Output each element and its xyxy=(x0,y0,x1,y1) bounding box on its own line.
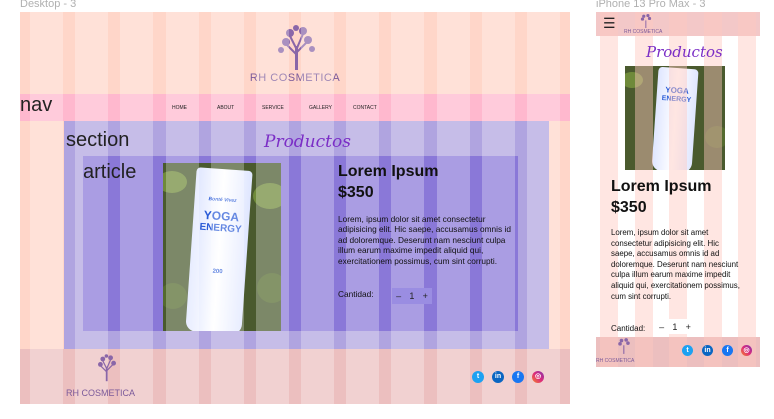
quantity-label: Cantidad: xyxy=(338,289,374,299)
twitter-icon[interactable]: t xyxy=(472,371,484,383)
mobile-header xyxy=(596,12,760,36)
mobile-brand-name: RH COSMETICA xyxy=(624,29,663,35)
nav-bar xyxy=(20,94,570,121)
mobile-logo-tree-icon xyxy=(638,13,654,29)
nav-about-link[interactable]: ABOUT xyxy=(217,105,234,111)
section-region-tag: section xyxy=(66,129,130,151)
nav-contact-link[interactable]: CONTACT xyxy=(353,105,377,111)
logo-tree-icon xyxy=(272,24,322,72)
mobile-footer-brand-name: RH COSMETICA xyxy=(596,358,635,364)
product-description: Lorem, ipsum dolor sit amet consectetur … xyxy=(338,214,511,266)
product-image: Bonté Vivez YOGA ENERGY 200 xyxy=(163,163,281,331)
mobile-product-price: $350 xyxy=(611,199,647,216)
nav-region-tag: nav xyxy=(20,94,53,116)
mobile-product-image: YOGA ENERGY xyxy=(625,66,725,170)
mobile-quantity-stepper[interactable]: – 1 + xyxy=(655,319,695,334)
brand-name: RH COSMETICA xyxy=(249,72,341,84)
mobile-qty-decrement-button[interactable]: – xyxy=(659,322,664,332)
mobile-linkedin-icon[interactable]: in xyxy=(702,345,713,356)
instagram-icon[interactable]: ◎ xyxy=(532,371,544,383)
mobile-qty-value: 1 xyxy=(672,321,678,332)
nav-home-link[interactable]: HOME xyxy=(172,105,187,111)
mobile-quantity-label: Cantidad: xyxy=(611,324,646,333)
hamburger-icon[interactable]: ☰ xyxy=(603,15,616,32)
qty-increment-button[interactable]: + xyxy=(423,291,428,301)
facebook-icon[interactable]: f xyxy=(512,371,524,383)
mobile-section-title: Productos xyxy=(646,43,723,61)
qty-value: 1 xyxy=(409,291,415,301)
linkedin-icon[interactable]: in xyxy=(492,371,504,383)
mobile-frame[interactable]: ☰ RH COSMETICA Productos YOGA ENERGY Lor… xyxy=(596,12,760,367)
article-region-tag: article xyxy=(83,161,137,183)
product-price: $350 xyxy=(338,184,374,201)
product-name: Lorem Ipsum xyxy=(338,163,439,180)
footer-brand-name: RH COSMETICA xyxy=(66,388,136,398)
desktop-frame[interactable]: RH COSMETICA nav HOME ABOUT SERVICE GALL… xyxy=(20,12,570,404)
mobile-qty-increment-button[interactable]: + xyxy=(686,322,691,332)
qty-decrement-button[interactable]: – xyxy=(396,291,401,301)
mobile-product-description: Lorem, ipsum dolor sit amet consectetur … xyxy=(611,228,740,301)
mobile-facebook-icon[interactable]: f xyxy=(722,345,733,356)
quantity-stepper[interactable]: – 1 + xyxy=(392,288,432,304)
mobile-frame-label: iPhone 13 Pro Max - 3 xyxy=(596,0,706,10)
nav-service-link[interactable]: SERVICE xyxy=(262,105,284,111)
desktop-frame-label: Desktop - 3 xyxy=(20,0,77,10)
mobile-twitter-icon[interactable]: t xyxy=(682,345,693,356)
mobile-product-name: Lorem Ipsum xyxy=(611,178,712,195)
nav-gallery-link[interactable]: GALLERY xyxy=(309,105,332,111)
mobile-instagram-icon[interactable]: ◎ xyxy=(741,345,752,356)
footer-logo-tree-icon xyxy=(92,353,122,383)
mobile-footer-logo-tree-icon xyxy=(615,337,633,355)
section-title: Productos xyxy=(264,132,351,152)
